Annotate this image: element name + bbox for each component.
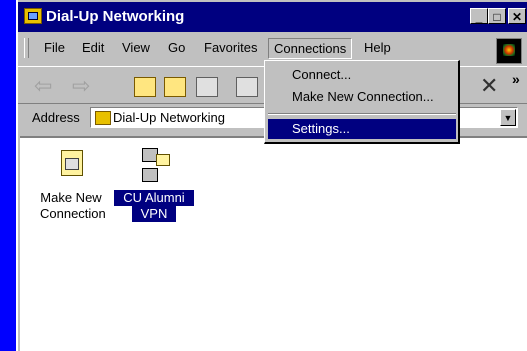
dialup-connection-icon [134,146,174,186]
title-bar[interactable]: Dial-Up Networking _ □ ✕ [18,2,527,32]
windows-logo-icon [496,38,522,64]
menu-item-label: Make New Connection... [292,89,434,104]
minimize-button[interactable]: _ [470,8,488,24]
dialup-folder-icon [24,8,42,24]
address-value: Dial-Up Networking [113,110,225,125]
menu-separator [268,113,456,115]
forward-icon[interactable]: ⇨ [72,73,90,99]
menu-item-settings[interactable]: Settings... [268,119,456,139]
connections-menu: Connect... Make New Connection... Settin… [264,60,460,144]
menu-item-label: Connect... [292,67,352,82]
menu-item-make-new-connection[interactable]: Make New Connection... [268,87,456,107]
file-label-line2: VPN [132,206,176,222]
folder-content[interactable]: Make New Connection CU Alumni VPN [20,136,527,351]
window-title: Dial-Up Networking [46,8,185,25]
make-new-connection-icon [55,146,87,178]
maximize-button[interactable]: □ [488,8,506,24]
menu-file[interactable]: File [44,40,65,55]
paste-icon[interactable] [236,77,258,97]
cu-alumni-vpn-item[interactable]: CU Alumni VPN [114,146,194,222]
menu-connections[interactable]: Connections [268,38,353,59]
back-icon[interactable]: ⇦ [34,73,52,99]
copy-icon[interactable] [196,77,218,97]
up-folder-icon[interactable] [134,77,156,97]
file-label-line1: CU Alumni [114,190,194,206]
chevron-down-icon[interactable]: ▼ [500,109,516,126]
menu-bar: File Edit View Go Favorites Connections … [18,36,527,60]
make-new-connection-item[interactable]: Make New Connection [38,146,106,222]
menu-item-connect[interactable]: Connect... [268,65,456,85]
dialup-folder-icon [95,111,111,125]
address-label: Address [32,110,80,125]
menu-view[interactable]: View [122,40,150,55]
menu-favorites[interactable]: Favorites [204,40,257,55]
menu-go[interactable]: Go [168,40,185,55]
more-tools-icon[interactable]: » [512,71,520,87]
explorer-window: Dial-Up Networking _ □ ✕ File Edit View … [16,0,527,351]
close-button[interactable]: ✕ [508,8,526,24]
delete-icon[interactable]: ✕ [480,73,498,99]
menubar-grip[interactable] [24,38,29,58]
file-label-line2: Connection [40,206,106,221]
menu-help[interactable]: Help [364,40,391,55]
menu-edit[interactable]: Edit [82,40,104,55]
file-label-line1: Make New [40,190,102,205]
menu-item-label: Settings... [292,121,350,136]
cut-icon[interactable] [164,77,186,97]
